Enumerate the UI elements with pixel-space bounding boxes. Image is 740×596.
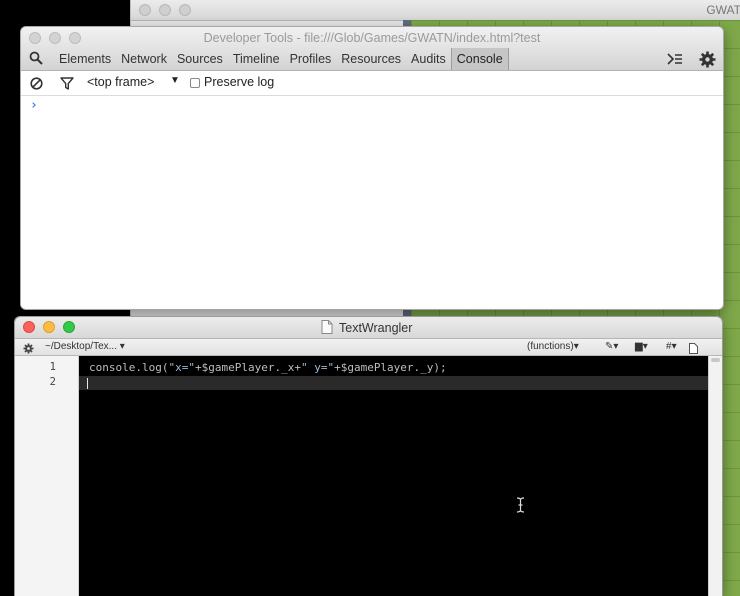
hash-menu[interactable]: #▾ — [666, 341, 677, 352]
code-editor[interactable]: console.log("x="+$gamePlayer._x+" y="+$g… — [79, 356, 708, 596]
background-minimize-button[interactable] — [159, 4, 171, 16]
tab-network[interactable]: Network — [116, 48, 172, 70]
textwrangler-titlebar[interactable]: TextWrangler — [15, 317, 722, 339]
line-number: 1 — [49, 361, 56, 373]
search-icon[interactable] — [29, 51, 43, 70]
preserve-log-checkbox[interactable] — [190, 78, 200, 88]
line-number-gutter: 1 2 — [15, 356, 79, 596]
file-path-label: ~/Desktop/Tex... — [45, 341, 117, 352]
text-caret — [87, 378, 88, 389]
gear-icon[interactable] — [699, 51, 716, 73]
ibeam-cursor-icon — [516, 497, 525, 518]
current-line-highlight — [79, 376, 708, 390]
background-window-titlebar: GWAT — [131, 0, 740, 21]
tab-sources[interactable]: Sources — [172, 48, 228, 70]
background-window-title: GWAT — [706, 3, 740, 17]
frame-selector[interactable]: <top frame> — [87, 75, 154, 89]
chevron-down-icon: ▾ — [119, 341, 125, 352]
document-icon — [321, 320, 333, 339]
devtools-tab-bar: Elements Network Sources Timeline Profil… — [21, 48, 723, 71]
background-close-button[interactable] — [139, 4, 151, 16]
tab-profiles[interactable]: Profiles — [285, 48, 337, 70]
console-toolbar: <top frame> ▼ Preserve log — [21, 71, 723, 96]
textwrangler-window: TextWrangler ~/Desktop/Tex... ▾ (functio… — [15, 317, 722, 596]
console-prompt-icon: › — [30, 98, 38, 113]
file-path-menu[interactable]: ~/Desktop/Tex... ▾ — [45, 341, 125, 352]
textwrangler-minimize-button[interactable] — [43, 321, 55, 333]
tab-audits[interactable]: Audits — [406, 48, 451, 70]
preserve-log-label[interactable]: Preserve log — [204, 75, 274, 89]
console-output[interactable]: › — [21, 96, 723, 309]
textwrangler-window-title: TextWrangler — [339, 321, 413, 335]
line-number: 2 — [49, 376, 56, 388]
document-list-icon[interactable]: ▆▾ — [635, 341, 648, 352]
code-line-1[interactable]: console.log("x="+$gamePlayer._x+" y="+$g… — [89, 361, 447, 374]
marker-icon[interactable]: ✎▾ — [605, 341, 618, 352]
devtools-tabs: Elements Network Sources Timeline Profil… — [54, 48, 509, 70]
tab-console[interactable]: Console — [450, 48, 509, 70]
scrollbar-thumb[interactable] — [711, 358, 720, 362]
chevron-down-icon: ▾ — [671, 341, 677, 352]
devtools-window-title: Developer Tools - file:///Glob/Games/GWA… — [203, 31, 541, 45]
textwrangler-close-button[interactable] — [23, 321, 35, 333]
chevron-down-icon: ▾ — [573, 341, 579, 352]
functions-menu[interactable]: (functions)▾ — [527, 341, 579, 352]
tab-elements[interactable]: Elements — [54, 48, 116, 70]
console-drawer-icon[interactable] — [667, 52, 683, 71]
background-zoom-button[interactable] — [179, 4, 191, 16]
frame-dropdown-arrow-icon[interactable]: ▼ — [170, 75, 180, 86]
devtools-titlebar[interactable]: Developer Tools - file:///Glob/Games/GWA… — [21, 27, 723, 48]
filter-icon[interactable] — [60, 77, 74, 95]
developer-tools-window: Developer Tools - file:///Glob/Games/GWA… — [21, 27, 723, 309]
clear-console-icon[interactable] — [30, 77, 43, 95]
tab-resources[interactable]: Resources — [336, 48, 406, 70]
textwrangler-navigation-bar: ~/Desktop/Tex... ▾ (functions)▾ ✎▾ ▆▾ #▾ — [15, 339, 722, 356]
textwrangler-zoom-button[interactable] — [63, 321, 75, 333]
functions-label: (functions) — [527, 341, 574, 352]
tab-timeline[interactable]: Timeline — [228, 48, 285, 70]
vertical-scrollbar[interactable] — [708, 356, 722, 596]
